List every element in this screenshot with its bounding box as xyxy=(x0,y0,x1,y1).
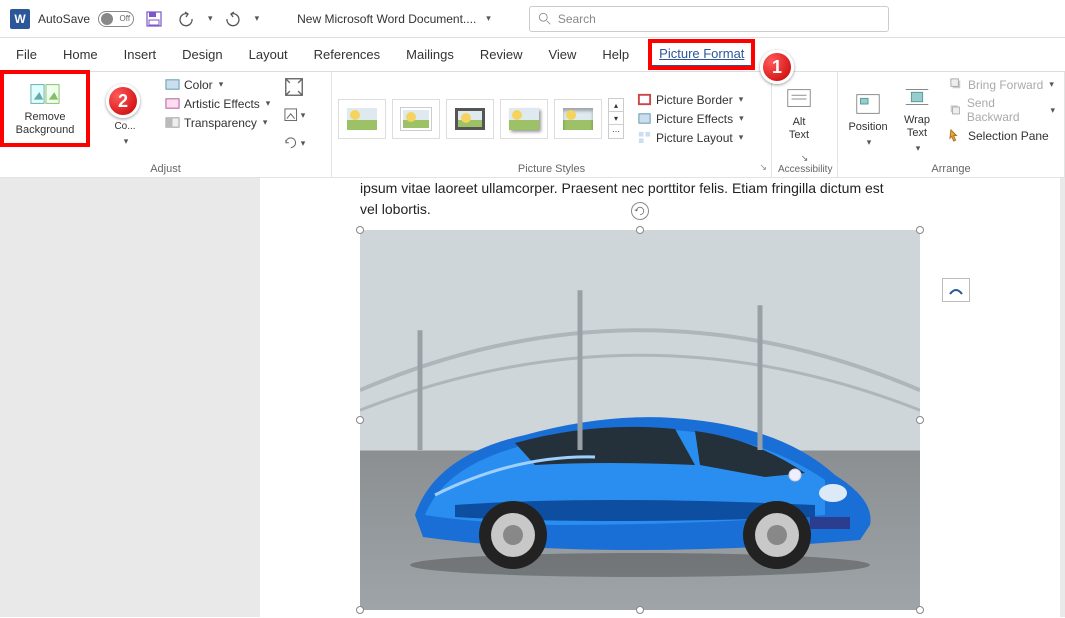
resize-handle-r[interactable] xyxy=(916,416,924,424)
resize-handle-b[interactable] xyxy=(636,606,644,614)
arrange-group-label: Arrange xyxy=(844,161,1058,175)
selected-image-container[interactable] xyxy=(360,230,920,610)
wrap-text-button[interactable]: Wrap Text▾ xyxy=(896,76,938,161)
ribbon-tabs: File Home Insert Design Layout Reference… xyxy=(0,38,1065,72)
tab-mailings[interactable]: Mailings xyxy=(402,41,458,68)
tab-references[interactable]: References xyxy=(310,41,384,68)
search-input[interactable]: Search xyxy=(529,6,889,32)
document-title: New Microsoft Word Document.... xyxy=(297,12,476,26)
doc-title-dropdown-icon[interactable]: ▾ xyxy=(486,13,491,24)
save-button[interactable] xyxy=(142,7,166,31)
callout-2: 2 xyxy=(106,84,140,118)
picture-border-button[interactable]: Picture Border▾ xyxy=(634,91,747,108)
resize-handle-l[interactable] xyxy=(356,416,364,424)
search-placeholder: Search xyxy=(558,12,596,26)
redo-button[interactable] xyxy=(221,7,245,31)
picture-style-5[interactable] xyxy=(554,99,602,139)
undo-dropdown-icon[interactable]: ▾ xyxy=(208,13,213,24)
adjust-group-label: Adjust xyxy=(6,161,325,175)
autosave-label: AutoSave xyxy=(38,12,90,26)
tab-design[interactable]: Design xyxy=(178,41,226,68)
picture-effects-button[interactable]: Picture Effects▾ xyxy=(634,110,747,127)
autosave-toggle[interactable]: Off xyxy=(98,11,134,27)
position-button[interactable]: Position▾ xyxy=(844,76,892,161)
search-icon xyxy=(538,12,552,26)
color-button[interactable]: Color▾ xyxy=(162,76,273,93)
picture-styles-group-label: Picture Styles xyxy=(338,161,765,175)
selection-pane-button[interactable]: Selection Pane xyxy=(946,127,1058,144)
picture-style-3[interactable] xyxy=(446,99,494,139)
background-structure xyxy=(360,230,920,450)
resize-handle-t[interactable] xyxy=(636,226,644,234)
picture-style-2[interactable] xyxy=(392,99,440,139)
layout-options-flyout[interactable] xyxy=(942,278,970,302)
ribbon: Remove Background 2 Co... ▾ Color▾ Artist… xyxy=(0,72,1065,178)
resize-handle-tl[interactable] xyxy=(356,226,364,234)
callout-1: 1 xyxy=(760,50,794,84)
tab-insert[interactable]: Insert xyxy=(120,41,161,68)
resize-handle-tr[interactable] xyxy=(916,226,924,234)
reset-picture-button[interactable]: ▾ xyxy=(283,132,305,154)
tab-help[interactable]: Help xyxy=(598,41,633,68)
tab-review[interactable]: Review xyxy=(476,41,527,68)
resize-handle-bl[interactable] xyxy=(356,606,364,614)
change-picture-button[interactable]: ▾ xyxy=(283,104,305,126)
picture-styles-launcher-icon[interactable]: ↘ xyxy=(759,162,767,173)
transparency-button[interactable]: Transparency▾ xyxy=(162,114,273,131)
page[interactable]: ipsum vitae laoreet ullamcorper. Praesen… xyxy=(260,178,1060,618)
tab-view[interactable]: View xyxy=(544,41,580,68)
autosave-state: Off xyxy=(120,14,131,23)
compress-pictures-button[interactable] xyxy=(283,76,305,98)
artistic-effects-button[interactable]: Artistic Effects▾ xyxy=(162,95,273,112)
remove-background-button[interactable]: Remove Background xyxy=(6,76,84,141)
send-backward-button[interactable]: Send Backward▾ xyxy=(946,95,1058,125)
title-bar: W AutoSave Off ▾ ▾ New Microsoft Word Do… xyxy=(0,0,1065,38)
accessibility-group-label: ↘ Accessibility xyxy=(778,151,831,175)
bring-forward-button[interactable]: Bring Forward▾ xyxy=(946,76,1058,93)
picture-style-4[interactable] xyxy=(500,99,548,139)
tab-home[interactable]: Home xyxy=(59,41,102,68)
document-area: ipsum vitae laoreet ullamcorper. Praesen… xyxy=(0,178,1065,617)
remove-background-label: Remove Background xyxy=(16,111,75,137)
resize-handle-br[interactable] xyxy=(916,606,924,614)
tab-layout[interactable]: Layout xyxy=(245,41,292,68)
word-app-icon: W xyxy=(10,9,30,29)
selected-image[interactable] xyxy=(360,230,920,610)
corrections-label: Co... xyxy=(114,121,135,133)
tab-file[interactable]: File xyxy=(12,41,41,68)
body-text: ipsum vitae laoreet ullamcorper. Praesen… xyxy=(360,178,960,220)
styles-gallery-scroll[interactable]: ▴▾⋯ xyxy=(608,98,624,139)
picture-layout-button[interactable]: Picture Layout▾ xyxy=(634,129,747,146)
tab-picture-format[interactable]: Picture Format xyxy=(651,42,752,67)
alt-text-button[interactable]: Alt Text xyxy=(778,76,820,151)
picture-style-1[interactable] xyxy=(338,99,386,139)
qat-customize-icon[interactable]: ▾ xyxy=(255,13,260,24)
rotate-handle[interactable] xyxy=(631,202,649,220)
undo-button[interactable] xyxy=(174,7,198,31)
